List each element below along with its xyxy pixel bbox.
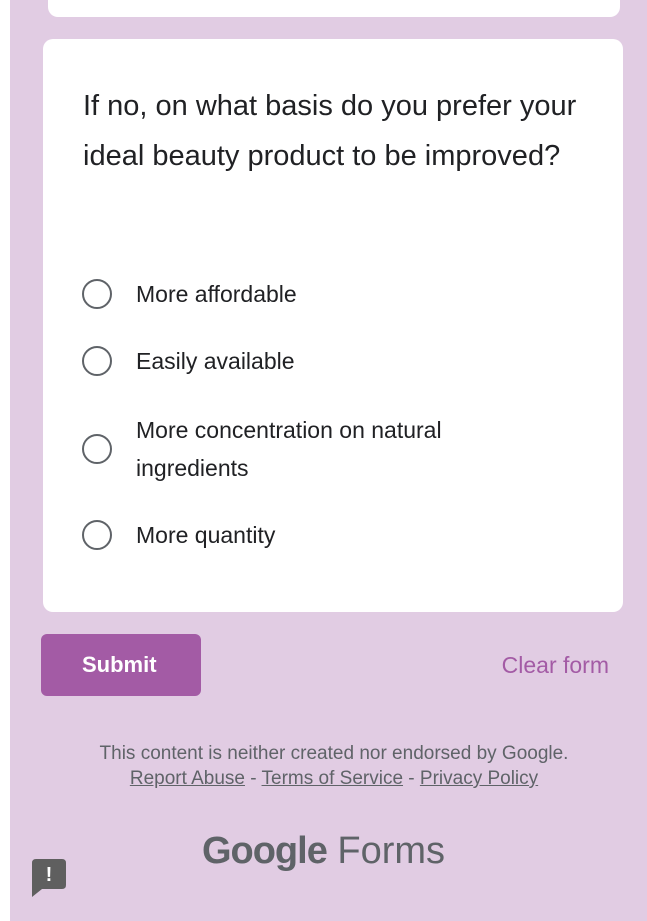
option-more-affordable[interactable]: More affordable bbox=[82, 275, 496, 313]
question-card: If no, on what basis do you prefer your … bbox=[43, 39, 623, 612]
option-label: More concentration on natural ingredient… bbox=[136, 417, 442, 481]
question-title: If no, on what basis do you prefer your … bbox=[83, 90, 577, 172]
radio-button[interactable] bbox=[82, 279, 112, 309]
option-label: More quantity bbox=[136, 522, 276, 548]
radio-button[interactable] bbox=[82, 434, 112, 464]
option-label: More affordable bbox=[136, 281, 297, 307]
terms-of-service-link[interactable]: Terms of Service bbox=[262, 768, 403, 789]
feedback-glyph: ! bbox=[46, 864, 53, 886]
footer-links: Report Abuse - Terms of Service - Privac… bbox=[40, 766, 628, 792]
previous-question-card bbox=[48, 0, 620, 17]
option-easily-available[interactable]: Easily available bbox=[82, 342, 496, 380]
option-natural-ingredients[interactable]: More concentration on natural ingredient… bbox=[82, 411, 496, 487]
feedback-icon[interactable]: ! bbox=[32, 859, 66, 897]
option-label: Easily available bbox=[136, 348, 295, 374]
google-forms-logo[interactable]: Google Forms bbox=[0, 826, 647, 876]
logo-google-text: Google bbox=[201, 830, 328, 872]
radio-button[interactable] bbox=[82, 346, 112, 376]
logo-forms-text: Forms bbox=[337, 830, 446, 872]
feedback-bubble-icon: ! bbox=[32, 859, 66, 897]
option-more-quantity[interactable]: More quantity bbox=[82, 516, 496, 554]
report-abuse-link[interactable]: Report Abuse bbox=[130, 768, 245, 789]
link-separator: - bbox=[244, 768, 262, 789]
link-separator: - bbox=[403, 768, 420, 789]
submit-button[interactable]: Submit bbox=[41, 634, 201, 696]
radio-button[interactable] bbox=[82, 520, 112, 550]
disclaimer-text: This content is neither created nor endo… bbox=[99, 743, 569, 764]
privacy-policy-link[interactable]: Privacy Policy bbox=[420, 768, 538, 789]
clear-form-button[interactable]: Clear form bbox=[502, 648, 609, 682]
